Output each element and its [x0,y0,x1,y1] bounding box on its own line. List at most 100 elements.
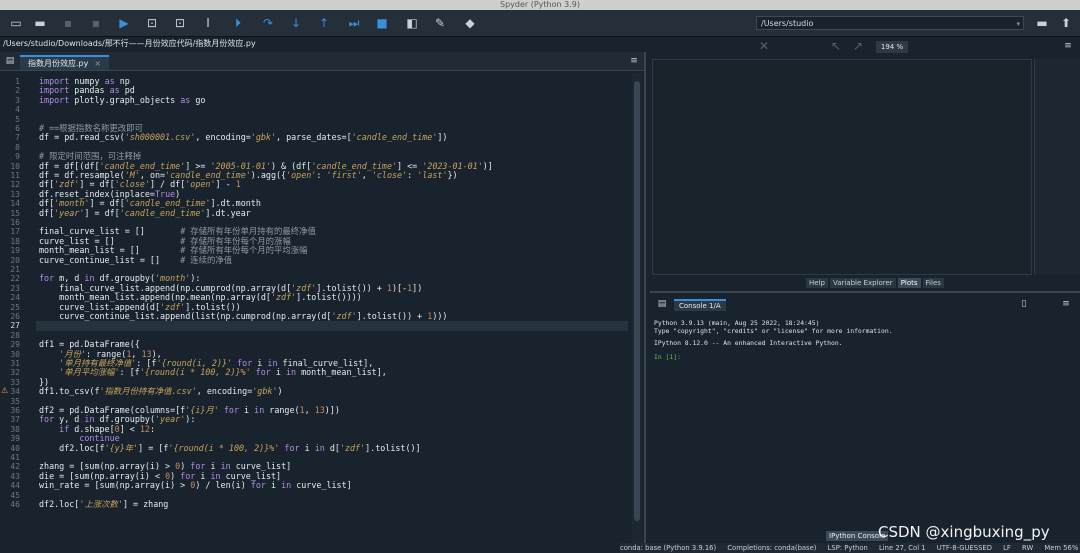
status-eol: LF [1003,544,1011,552]
plot-canvas[interactable] [652,59,1032,275]
status-encoding: UTF-8-GUESSED [936,544,992,552]
line-number: 31 [10,359,20,368]
code-line[interactable]: df = pd.read_csv('sh000001.csv', encodin… [39,132,447,142]
close-tab-icon[interactable]: × [94,59,101,68]
code-line[interactable]: df2.loc[f'{y}年'] = [f'{round(i * 100, 2)… [39,443,420,453]
line-number: 44 [10,481,20,491]
continue-icon[interactable]: ⏭ [344,14,364,32]
warning-icon[interactable]: ⚠ [1,386,8,395]
line-number: 11 [10,171,20,180]
line-number: 13 [10,189,20,199]
tab-files[interactable]: Files [922,278,944,288]
new-file-icon[interactable]: ▭ [6,14,26,32]
run-icon[interactable]: ▶ [114,14,134,32]
save-all-icon[interactable]: ▪ [86,14,106,32]
plots-bottom-tabs: Help Variable Explorer Plots Files [806,278,944,288]
editor-file-path: /Users/studio/Downloads/邢不行——月份效应代码/指数月份… [0,37,646,51]
console-line: Type "copyright", "credits" or "license"… [654,327,893,335]
code-line[interactable]: win_rate = [sum(np.array(i) > 0) / len(i… [39,480,352,490]
editor-tab[interactable]: 指数月份效应.py × [20,55,110,70]
line-number: 24 [10,293,20,303]
status-env[interactable]: conda: base (Python 3.9.16) [620,544,716,552]
line-number: 8 [15,142,20,152]
status-bar: conda: base (Python 3.9.16) Completions:… [620,543,1080,553]
browse-tabs-icon[interactable]: ▤ [0,52,20,70]
zoom-in-icon[interactable]: ↗ [848,37,868,55]
line-number: 32 [10,368,20,378]
line-number: 25 [10,302,20,312]
tab-plots[interactable]: Plots [897,278,921,288]
editor-scrollbar-thumb[interactable] [634,81,640,521]
editor-scrollbar[interactable] [632,73,642,551]
console-tab[interactable]: Console 1/A [674,299,726,311]
code-line[interactable]: curve_continue_list.append(list(np.cumpr… [39,311,447,321]
editor-tab-label: 指数月份效应.py [28,59,89,68]
line-number: 42 [10,462,20,472]
line-number: 7 [15,133,20,143]
parent-directory-icon[interactable]: ⬆ [1056,14,1076,32]
chevron-down-icon: ▾ [1016,20,1020,28]
working-directory-select[interactable]: /Users/studio ▾ [756,16,1024,30]
stop-icon[interactable]: ■ [372,14,392,32]
code-line[interactable]: df2.loc['上涨次数'] = zhang [39,499,168,509]
line-number: 6 [15,124,20,133]
line-number: 1 [15,77,20,86]
open-file-icon[interactable]: ▬ [30,14,50,32]
line-number: 10 [10,161,20,171]
run-cell-icon[interactable]: ⊡ [142,14,162,32]
line-number: 35 [10,396,20,406]
line-number: 17 [10,227,20,237]
line-number: 12 [10,180,20,190]
console-header: ▤ Console 1/A ▯ ≡ [650,297,1080,313]
window-titlebar: Spyder (Python 3.9) [0,0,1080,10]
working-directory-value: /Users/studio [761,19,814,28]
tab-variable-explorer[interactable]: Variable Explorer [829,278,896,288]
zoom-out-icon[interactable]: ↖ [826,37,846,55]
code-area[interactable]: import numpy as np import pandas as pd imp… [39,73,629,553]
status-position: Line 27, Col 1 [879,544,926,552]
code-line[interactable]: '单月平均涨幅': [f'{round(i * 100, 2)}%' for i… [39,367,387,377]
browse-folder-icon[interactable]: ▬ [1032,14,1052,32]
line-number: 40 [10,443,20,453]
close-plot-icon[interactable]: ✕ [754,37,774,55]
step-return-icon[interactable]: ↑ [314,14,334,32]
console-tab-label: Console 1/A [679,302,721,310]
line-number: 36 [10,406,20,415]
status-completions[interactable]: Completions: conda(base) [727,544,816,552]
step-into-icon[interactable]: ↓ [286,14,306,32]
run-cell-advance-icon[interactable]: ⊡ [170,14,190,32]
python-path-icon[interactable]: ◆ [460,14,480,32]
preferences-wrench-icon[interactable]: ✎ [430,14,450,32]
console-copy-icon[interactable]: ▯ [1014,297,1034,311]
plots-options-icon[interactable]: ≡ [1058,37,1078,55]
code-line[interactable]: df1.to_csv(f'指数月份持有净值.csv', encoding='gb… [39,386,283,396]
line-number: 21 [10,265,20,274]
line-number: 29 [10,340,20,350]
console-prompt[interactable]: In [1]: [654,353,681,361]
console-options-icon[interactable]: ≡ [1056,297,1076,311]
console-tabs-icon[interactable]: ▤ [652,297,672,311]
status-mem: Mem 56% [1044,544,1079,552]
code-line[interactable]: curve_continue_list = [] # 连续的净值 [39,255,232,265]
step-over-icon[interactable]: ↷ [258,14,278,32]
code-line[interactable]: df['year'] = df['candle_end_time'].dt.ye… [39,208,251,218]
editor-options-icon[interactable]: ≡ [624,52,644,70]
save-icon[interactable]: ▪ [58,14,78,32]
status-lsp[interactable]: LSP: Python [828,544,868,552]
code-line[interactable]: import plotly.graph_objects as go [39,95,205,105]
console-pane: ▤ Console 1/A ▯ ≡ Python 3.9.13 (main, A… [650,291,1080,553]
console-line: Python 3.9.13 (main, Aug 25 2022, 18:24:… [654,319,820,327]
line-number: 16 [10,218,20,227]
tab-help[interactable]: Help [806,278,828,288]
line-number: 22 [10,274,20,284]
line-number: 3 [15,95,20,105]
maximize-pane-icon[interactable]: ◧ [402,14,422,32]
editor-tabbar: ▤ 指数月份效应.py × ≡ [0,52,644,71]
line-number: 14 [10,199,20,209]
run-selection-icon[interactable]: Ι [198,14,218,32]
line-number: 4 [15,105,20,115]
line-number: 2 [15,86,20,96]
debug-icon[interactable]: ⏵ [228,14,248,32]
line-number: 19 [10,246,20,256]
plot-thumbnails[interactable] [1034,59,1080,275]
